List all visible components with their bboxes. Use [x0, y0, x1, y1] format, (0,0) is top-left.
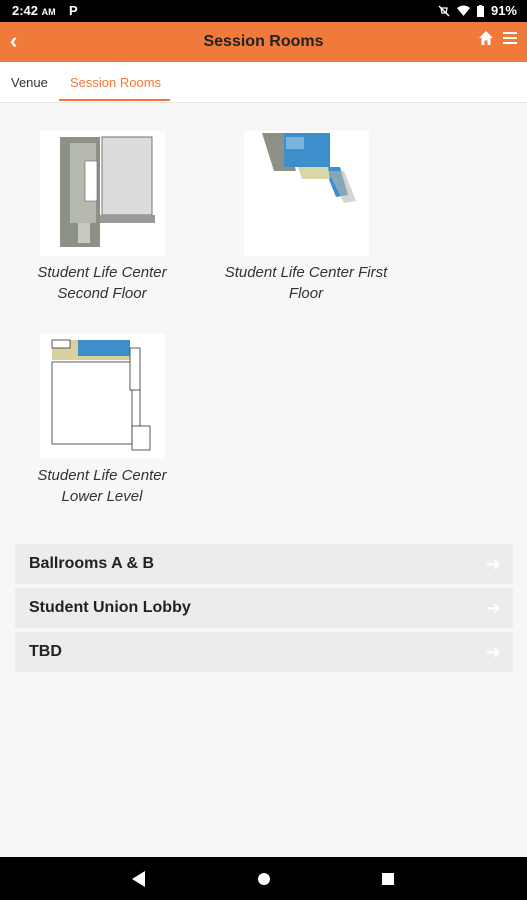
arrow-right-icon: ➜ [485, 642, 501, 662]
arrow-right-icon: ➜ [485, 554, 501, 574]
tab-session-rooms[interactable]: Session Rooms [70, 75, 161, 90]
home-icon[interactable] [477, 29, 495, 47]
app-bar: ‹ Session Rooms [0, 22, 527, 62]
map-caption: Student Life Center Second Floor [37, 264, 167, 302]
floor-map-image[interactable] [39, 334, 165, 459]
mute-icon [438, 5, 450, 16]
nav-home-icon[interactable] [258, 873, 270, 885]
battery-icon [476, 4, 484, 17]
tab-bar: Venue Session Rooms [0, 62, 527, 103]
status-time: 2:42 AM [12, 3, 56, 18]
room-label: Student Union Lobby [29, 599, 191, 616]
arrow-right-icon: ➜ [485, 598, 501, 618]
map-card-first-floor[interactable]: Student Life Center First Floor [221, 131, 391, 304]
menu-icon[interactable] [503, 32, 517, 47]
floor-map-image[interactable] [39, 131, 165, 256]
page-title: Session Rooms [203, 33, 324, 50]
tab-venue[interactable]: Venue [11, 75, 48, 90]
system-nav-bar [0, 857, 527, 900]
nav-back-icon[interactable] [132, 871, 145, 887]
map-caption: Student Life Center First Floor [224, 264, 388, 302]
wifi-icon [456, 5, 470, 16]
room-label: TBD [29, 643, 62, 660]
floor-map-image[interactable] [243, 131, 369, 256]
notification-icon: P [69, 3, 78, 18]
tab-active-indicator [59, 99, 170, 101]
list-item[interactable]: Ballrooms A & B ➜ [15, 544, 513, 584]
nav-recents-icon[interactable] [382, 873, 394, 885]
room-label: Ballrooms A & B [29, 555, 155, 572]
room-list: Ballrooms A & B ➜ Student Union Lobby ➜ … [15, 544, 513, 676]
list-item[interactable]: TBD ➜ [15, 632, 513, 672]
map-caption: Student Life Center Lower Level [37, 467, 167, 505]
battery-percent: 91% [490, 3, 517, 18]
status-bar: 2:42 AM P 91% [0, 0, 527, 22]
list-item[interactable]: Student Union Lobby ➜ [15, 588, 513, 628]
map-card-second-floor[interactable]: Student Life Center Second Floor [17, 131, 187, 304]
map-card-lower-level[interactable]: Student Life Center Lower Level [17, 334, 187, 507]
